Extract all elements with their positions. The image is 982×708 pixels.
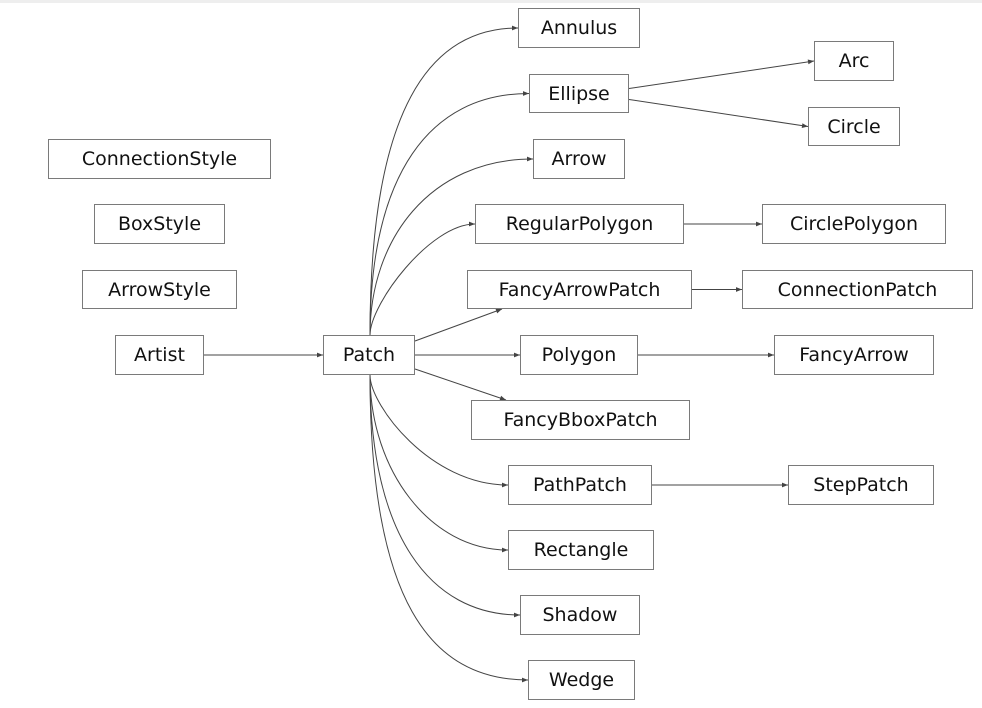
edge-ellipse-to-circle: [628, 99, 809, 128]
node-fancybboxpatch[interactable]: FancyBboxPatch: [471, 400, 690, 440]
node-patch[interactable]: Patch: [323, 335, 415, 375]
node-regularpolygon[interactable]: RegularPolygon: [475, 204, 684, 244]
node-connectionstyle[interactable]: ConnectionStyle: [48, 139, 271, 179]
node-fancyarrow[interactable]: FancyArrow: [774, 335, 934, 375]
node-polygon[interactable]: Polygon: [520, 335, 638, 375]
node-circle[interactable]: Circle: [808, 107, 900, 146]
inheritance-diagram: ConnectionStyle BoxStyle ArrowStyle Arti…: [0, 0, 982, 708]
edge-ellipse-to-arc: [628, 59, 815, 89]
node-steppatch[interactable]: StepPatch: [788, 465, 934, 505]
node-rectangle[interactable]: Rectangle: [508, 530, 654, 570]
edge-patch-to-fancyarrowpatch: [414, 308, 503, 342]
node-wedge[interactable]: Wedge: [528, 660, 635, 700]
node-arc[interactable]: Arc: [814, 41, 894, 81]
node-fancyarrowpatch[interactable]: FancyArrowPatch: [467, 270, 692, 309]
node-artist[interactable]: Artist: [115, 335, 204, 375]
node-arrowstyle[interactable]: ArrowStyle: [82, 270, 237, 309]
node-connectionpatch[interactable]: ConnectionPatch: [742, 270, 973, 309]
node-shadow[interactable]: Shadow: [520, 595, 640, 635]
node-pathpatch[interactable]: PathPatch: [508, 465, 652, 505]
node-boxstyle[interactable]: BoxStyle: [94, 204, 225, 244]
edge-patch-to-regularpolygon: [369, 221, 476, 336]
node-annulus[interactable]: Annulus: [518, 8, 640, 48]
node-arrow[interactable]: Arrow: [533, 139, 625, 179]
node-circlepolygon[interactable]: CirclePolygon: [762, 204, 946, 244]
edge-patch-to-fancybboxpatch: [414, 368, 507, 401]
node-ellipse[interactable]: Ellipse: [529, 74, 629, 113]
